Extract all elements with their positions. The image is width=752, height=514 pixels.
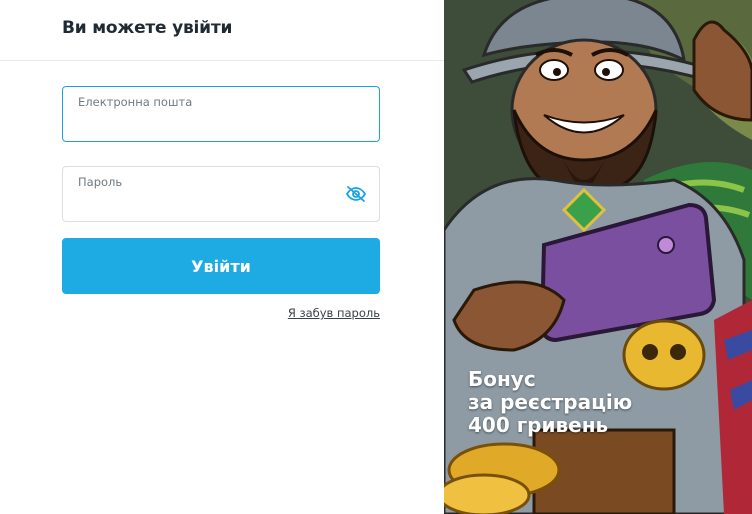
promo-line-3: 400 гривень [468,413,609,437]
login-button[interactable]: Увійти [62,238,380,294]
forgot-password-link[interactable]: Я забув пароль [288,306,380,320]
login-panel: Ви можете увійти Електронна пошта Пароль… [0,0,444,514]
password-label: Пароль [78,175,123,189]
promo-line-2: за реєстрацію [468,390,633,414]
email-field[interactable]: Електронна пошта [62,86,380,142]
promo-line-1: Бонус [468,367,536,391]
login-header: Ви можете увійти [0,0,444,61]
promo-text: Бонус за реєстрацію 400 гривень [468,368,632,437]
page-title: Ви можете увійти [62,18,233,38]
password-field[interactable]: Пароль [62,166,380,222]
eye-slash-icon[interactable] [345,185,367,203]
email-input[interactable] [78,113,328,133]
email-label: Електронна пошта [78,95,193,109]
password-input[interactable] [78,193,328,213]
promo-banner[interactable]: Бонус за реєстрацію 400 гривень [444,0,752,514]
